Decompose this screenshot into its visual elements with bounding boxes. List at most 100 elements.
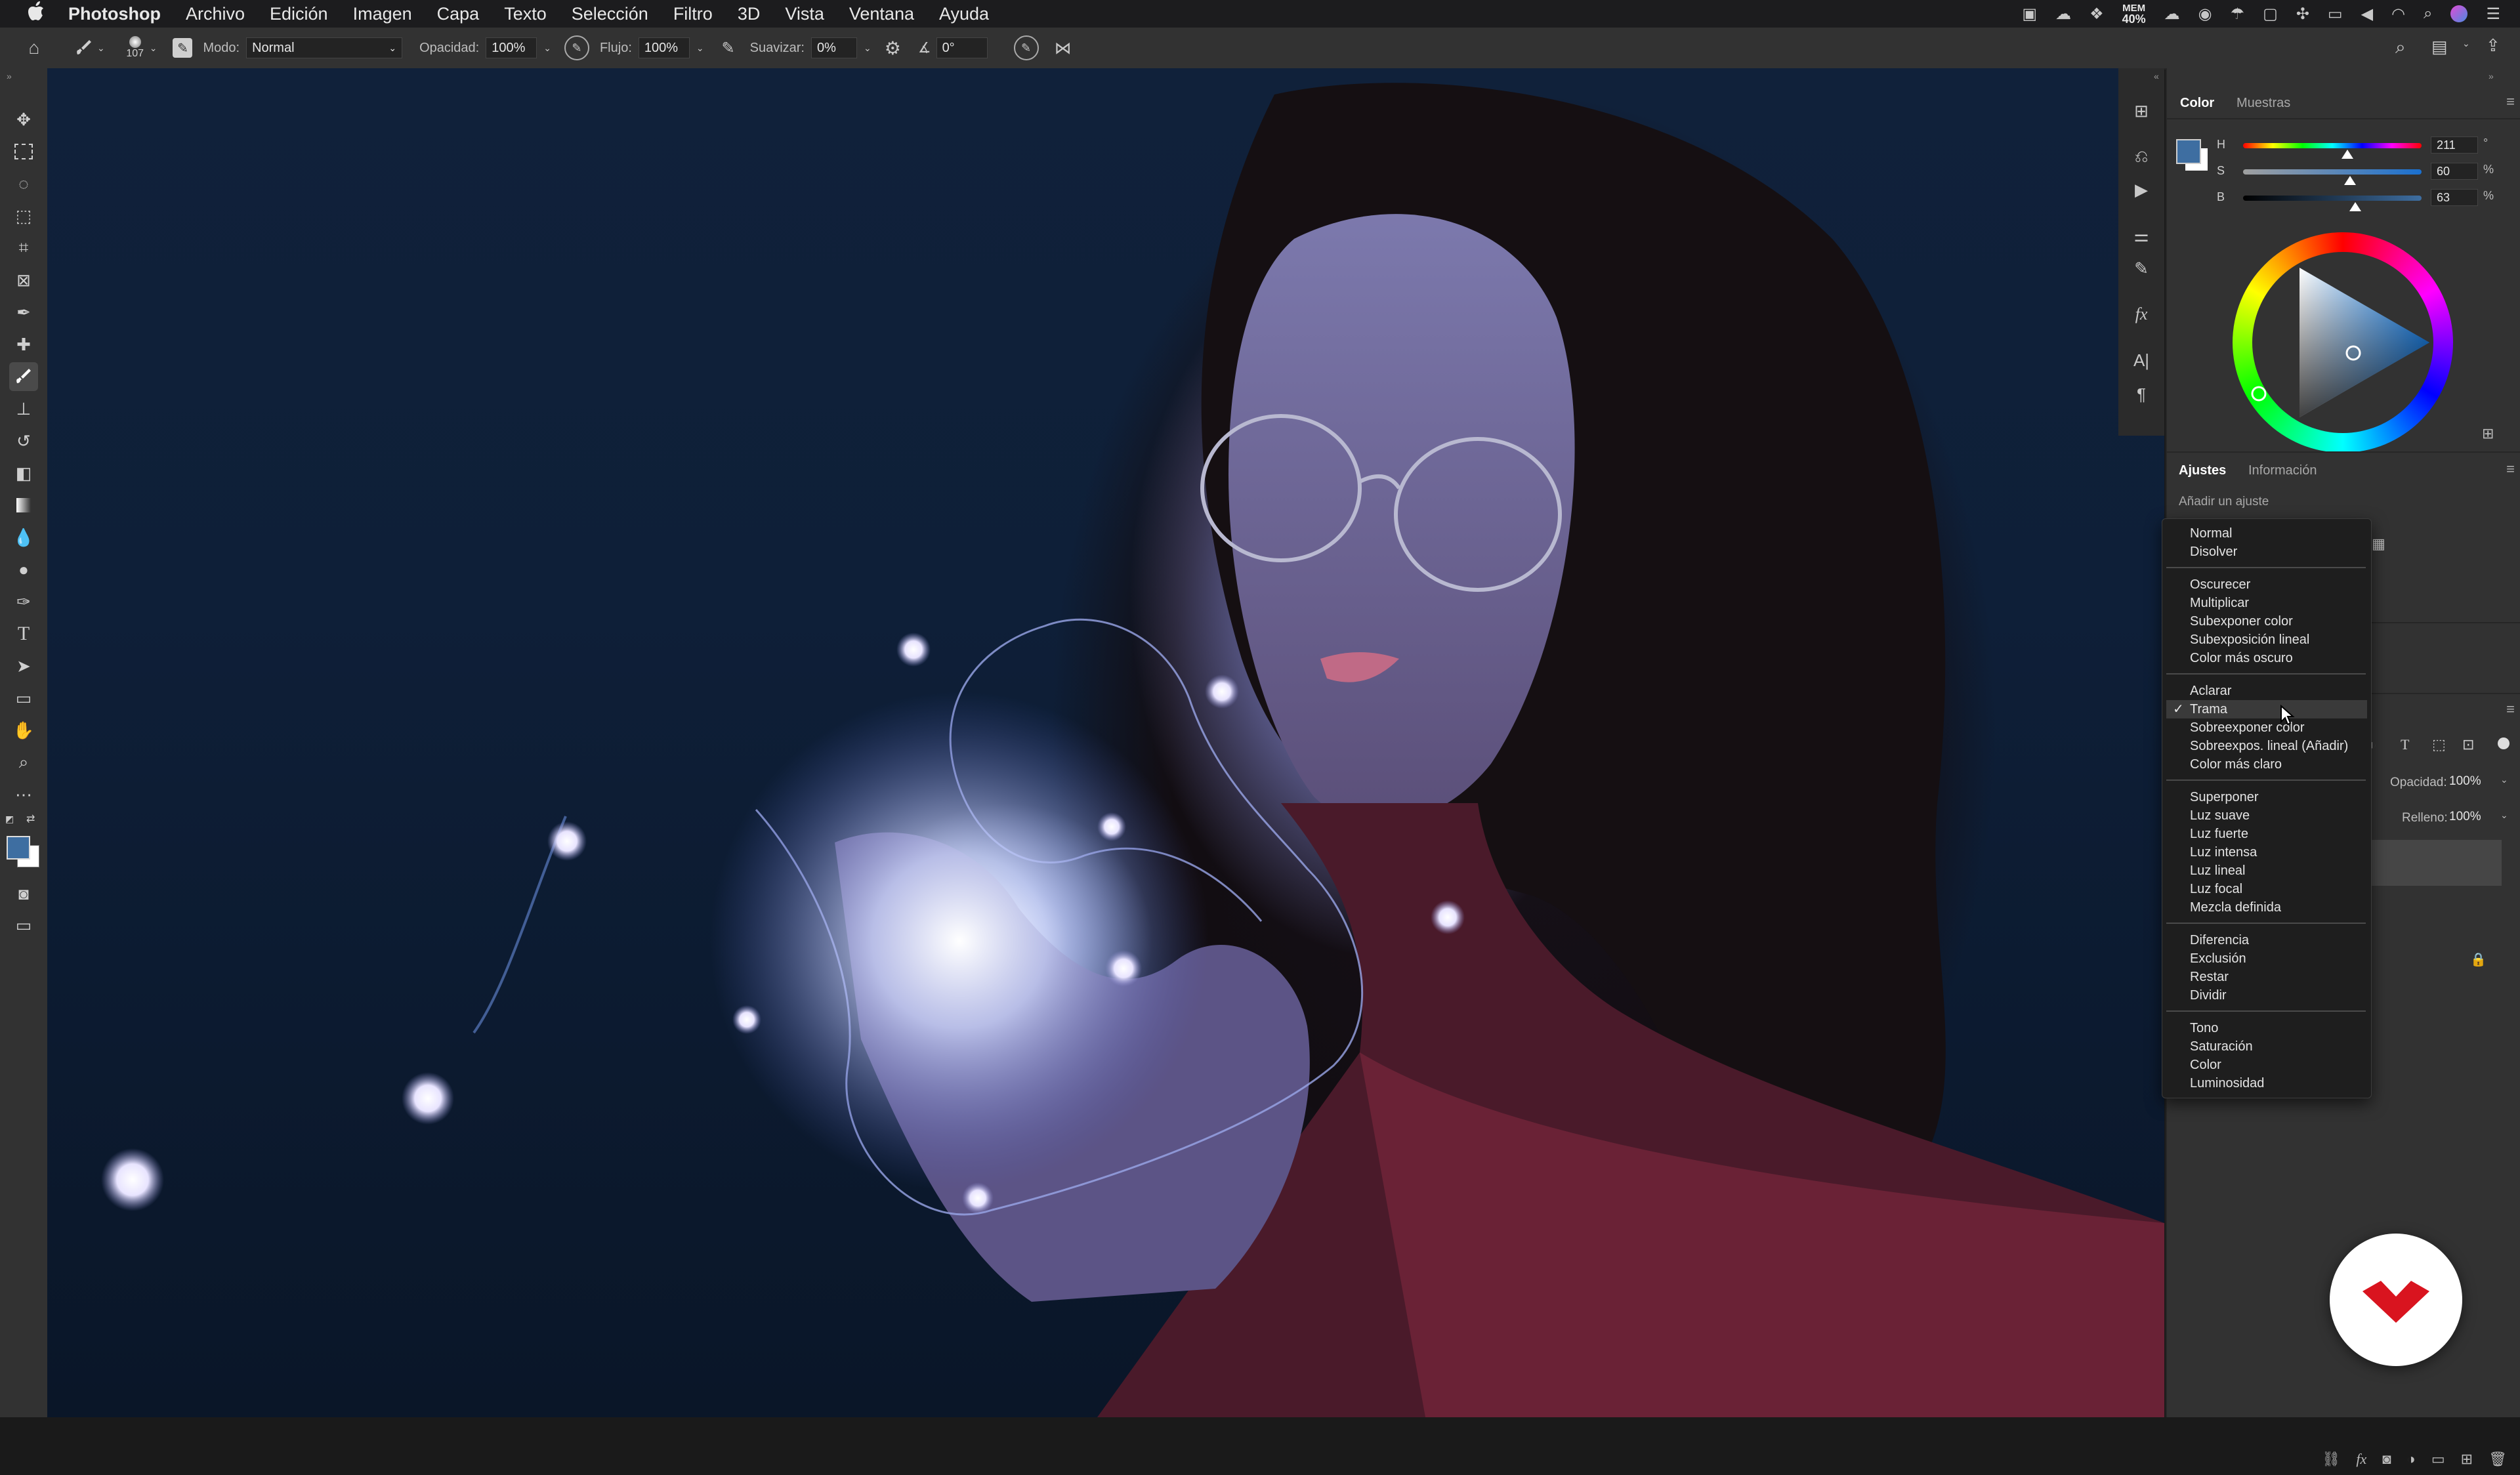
screen-mode-icon[interactable]: ▭ xyxy=(9,911,38,940)
umbrella-icon[interactable]: ☂ xyxy=(2231,5,2245,24)
styles-fx-icon[interactable]: fx xyxy=(2132,304,2151,324)
history-panel-icon[interactable]: ⎌ xyxy=(2132,146,2151,167)
filter-type-layers-icon[interactable]: T xyxy=(2401,736,2409,753)
more-tools-icon[interactable]: ⋯ xyxy=(9,780,38,809)
smoothing-options-gear-icon[interactable]: ⚙ xyxy=(885,37,901,59)
cloud-sync-icon[interactable]: ☁ xyxy=(2164,5,2180,24)
apple-menu-icon[interactable] xyxy=(28,1,45,26)
blend-mode-option[interactable]: Multiplicar xyxy=(2190,594,2367,612)
blend-mode-option[interactable]: Luz focal xyxy=(2190,880,2367,898)
blend-mode-option[interactable]: Restar xyxy=(2190,968,2367,986)
angle-input[interactable]: 0° xyxy=(936,37,988,58)
app-name-menu[interactable]: Photoshop xyxy=(68,4,161,24)
tab-swatches[interactable]: Muestras xyxy=(2236,96,2290,111)
chevron-down-icon[interactable]: ⌄ xyxy=(150,43,158,54)
layer-fill-input[interactable]: 100% xyxy=(2449,810,2495,827)
trash-icon[interactable]: 🗑 xyxy=(2488,1451,2507,1468)
blend-mode-option[interactable]: Sobreexpos. lineal (Añadir) xyxy=(2190,737,2367,755)
hue-slider[interactable] xyxy=(2243,143,2422,148)
screen-share-icon[interactable]: ▣ xyxy=(2022,5,2037,24)
path-selection-tool-icon[interactable]: ➤ xyxy=(9,652,38,680)
brightness-slider-thumb[interactable] xyxy=(2349,202,2362,211)
blend-mode-option[interactable]: Luminosidad xyxy=(2190,1074,2367,1092)
collapse-panels-icon[interactable]: « xyxy=(2154,71,2159,81)
blend-mode-option[interactable]: Dividir xyxy=(2190,986,2367,1005)
blend-mode-option[interactable]: Normal xyxy=(2190,524,2367,543)
menu-imagen[interactable]: Imagen xyxy=(353,4,412,24)
pressure-size-icon[interactable]: ✎ xyxy=(1013,35,1039,60)
pen-tool-icon[interactable]: ✑ xyxy=(9,587,38,616)
brush-tool-icon[interactable] xyxy=(9,362,38,391)
collapse-toolbar-icon[interactable]: » xyxy=(7,71,12,81)
blend-mode-option[interactable]: Tono xyxy=(2190,1019,2367,1037)
panel-menu-icon[interactable]: ≡ xyxy=(2506,701,2515,718)
blend-mode-option[interactable]: Luz suave xyxy=(2190,806,2367,825)
menu-texto[interactable]: Texto xyxy=(504,4,547,24)
object-selection-tool-icon[interactable]: ⬚ xyxy=(9,201,38,230)
share-icon[interactable]: ⇪ xyxy=(2486,35,2500,56)
tab-adjustments[interactable]: Ajustes xyxy=(2179,463,2226,478)
rectangle-tool-icon[interactable]: ▭ xyxy=(9,684,38,713)
menu-3d[interactable]: 3D xyxy=(738,4,761,24)
document-canvas[interactable] xyxy=(47,68,2164,1417)
blend-mode-option[interactable]: Luz intensa xyxy=(2190,843,2367,862)
healing-brush-tool-icon[interactable]: ✚ xyxy=(9,330,38,359)
blend-mode-option[interactable]: Color más claro xyxy=(2190,755,2367,774)
home-icon[interactable]: ⌂ xyxy=(21,37,47,58)
vpn-icon[interactable]: ◉ xyxy=(2198,5,2212,24)
new-adjustment-layer-icon[interactable]: ◑ xyxy=(2407,1451,2416,1468)
gradient-tool-icon[interactable] xyxy=(9,491,38,520)
chevron-down-icon[interactable]: ⌄ xyxy=(696,43,704,54)
swap-colors-icon[interactable]: ⇄ xyxy=(26,812,35,825)
frame-tool-icon[interactable]: ⊠ xyxy=(9,266,38,295)
eraser-tool-icon[interactable]: ◧ xyxy=(9,459,38,488)
adjustment-grid-icon[interactable]: ▦ xyxy=(2372,535,2385,552)
hand-tool-icon[interactable]: ✋ xyxy=(9,716,38,745)
panel-menu-icon[interactable]: ≡ xyxy=(2506,93,2515,110)
symmetry-butterfly-icon[interactable]: ⋈ xyxy=(1055,38,1072,58)
menu-seleccion[interactable]: Selección xyxy=(572,4,648,24)
blend-mode-option[interactable]: Saturación xyxy=(2190,1037,2367,1056)
memory-indicator[interactable]: MEM 40% xyxy=(2122,3,2146,26)
menu-ventana[interactable]: Ventana xyxy=(849,4,914,24)
saturation-input[interactable]: 60 xyxy=(2431,163,2478,180)
blend-mode-option[interactable]: Mezcla definida xyxy=(2190,898,2367,917)
tab-info[interactable]: Información xyxy=(2248,463,2317,478)
blend-mode-option[interactable]: Subexposición lineal xyxy=(2190,631,2367,649)
saturation-slider-thumb[interactable] xyxy=(2344,176,2357,185)
marquee-tool-icon[interactable] xyxy=(9,137,38,166)
history-brush-tool-icon[interactable]: ↺ xyxy=(9,426,38,455)
brush-settings-panel-icon[interactable]: ✎ xyxy=(173,38,193,58)
brush-tool-preset-icon[interactable] xyxy=(71,39,97,57)
menu-vista[interactable]: Vista xyxy=(785,4,824,24)
quick-mask-icon[interactable]: ◙ xyxy=(9,879,38,908)
blend-mode-option[interactable]: Subexponer color xyxy=(2190,612,2367,631)
blend-mode-option[interactable]: Diferencia xyxy=(2190,931,2367,949)
new-layer-icon[interactable]: ⊞ xyxy=(2461,1451,2473,1468)
properties-panel-icon[interactable]: ⚌ xyxy=(2132,226,2151,245)
panel-foreground-swatch[interactable] xyxy=(2176,139,2201,164)
blur-tool-icon[interactable]: 💧 xyxy=(9,523,38,552)
clone-stamp-tool-icon[interactable]: ⊥ xyxy=(9,394,38,423)
add-color-icon[interactable]: ⊞ xyxy=(2482,425,2494,442)
add-mask-icon[interactable]: ◙ xyxy=(2382,1451,2391,1468)
blend-mode-option[interactable]: Disolver xyxy=(2190,543,2367,561)
new-group-folder-icon[interactable]: ▭ xyxy=(2431,1451,2445,1468)
color-triangle[interactable] xyxy=(2233,232,2453,453)
opacity-input[interactable]: 100% xyxy=(486,37,537,58)
type-tool-icon[interactable]: T xyxy=(9,619,38,648)
blend-mode-option[interactable]: Luz fuerte xyxy=(2190,825,2367,843)
spotlight-search-icon[interactable]: ⌕ xyxy=(2424,5,2432,23)
camera-icon[interactable]: ▢ xyxy=(2263,5,2278,24)
hue-slider-thumb[interactable] xyxy=(2342,150,2354,159)
creative-cloud-icon[interactable]: ☁ xyxy=(2055,5,2071,24)
chevron-down-icon[interactable]: ⌄ xyxy=(864,43,872,54)
blend-mode-option[interactable]: Color más oscuro xyxy=(2190,649,2367,667)
menu-capa[interactable]: Capa xyxy=(437,4,480,24)
blend-mode-option[interactable]: Exclusión xyxy=(2190,949,2367,968)
default-colors-icon[interactable]: ◩ xyxy=(5,814,14,825)
menu-edicion[interactable]: Edición xyxy=(270,4,328,24)
blend-mode-option[interactable]: Superponer xyxy=(2190,788,2367,806)
menu-archivo[interactable]: Archivo xyxy=(186,4,245,24)
wifi-icon[interactable]: ◠ xyxy=(2391,5,2405,24)
